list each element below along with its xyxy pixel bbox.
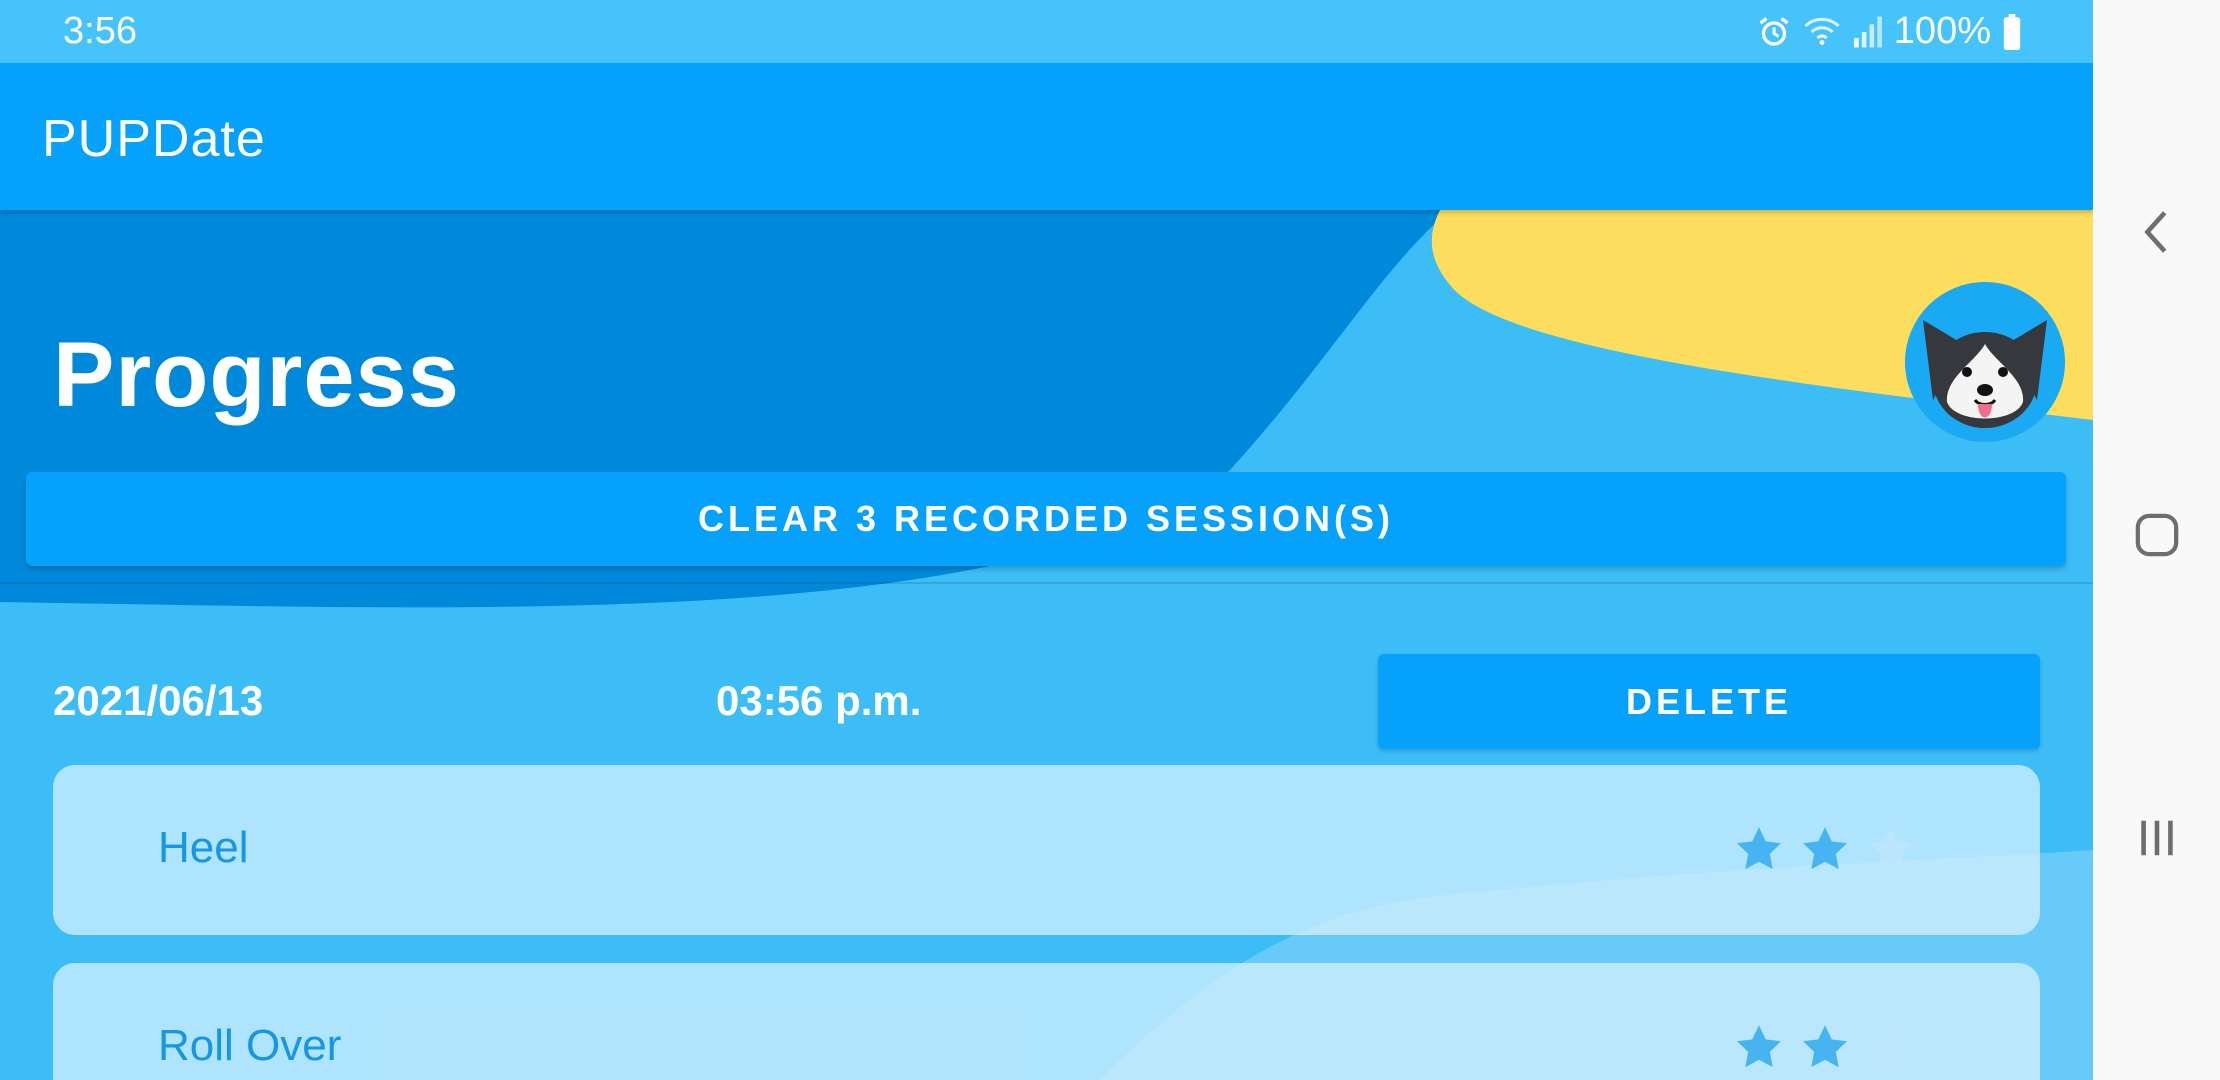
skill-label: Roll Over <box>158 1021 342 1070</box>
star-icon <box>1737 827 1781 870</box>
battery-icon <box>2001 13 2023 50</box>
list-item[interactable]: Roll Over <box>53 963 2040 1080</box>
skill-label: Heel <box>158 823 249 872</box>
star-icon <box>1737 1025 1781 1068</box>
home-button[interactable] <box>2093 485 2220 585</box>
battery-text: 100% <box>1893 10 1991 52</box>
navigation-bar <box>2093 0 2220 1080</box>
app-title: PUPDate <box>42 110 266 168</box>
status-time: 3:56 <box>63 10 137 52</box>
page-title: Progress <box>53 324 460 426</box>
star-icon <box>1803 1025 1847 1068</box>
status-icons: 100% <box>1756 10 2023 53</box>
star-empty-icon <box>1869 1025 1913 1068</box>
home-icon <box>2135 513 2178 557</box>
recents-icon <box>2140 820 2173 856</box>
session-time: 03:56 p.m. <box>716 677 922 724</box>
back-icon <box>2143 211 2166 253</box>
app-bar: PUPDate <box>0 63 2093 210</box>
alarm-icon <box>1756 14 1792 50</box>
star-empty-icon <box>1869 827 1913 870</box>
star-icon <box>1803 827 1847 870</box>
wifi-icon <box>1802 14 1842 50</box>
divider <box>0 582 2093 584</box>
dog-avatar <box>1905 282 2065 442</box>
list-item[interactable]: Heel <box>53 765 2040 935</box>
clear-sessions-button[interactable]: CLEAR 3 RECORDED SESSION(S) <box>26 472 2066 566</box>
delete-session-button[interactable]: DELETE <box>1378 654 2040 749</box>
signal-icon <box>1852 15 1884 49</box>
status-bar: 3:56 100% <box>0 0 2093 63</box>
session-date: 2021/06/13 <box>53 677 264 724</box>
recents-button[interactable] <box>2093 788 2220 888</box>
star-rating <box>1733 1022 1917 1074</box>
star-rating <box>1733 824 1917 876</box>
back-button[interactable] <box>2093 182 2220 282</box>
app-screen: 3:56 100% PUPDate Progress CLEAR 3 RECOR… <box>0 0 2093 1080</box>
